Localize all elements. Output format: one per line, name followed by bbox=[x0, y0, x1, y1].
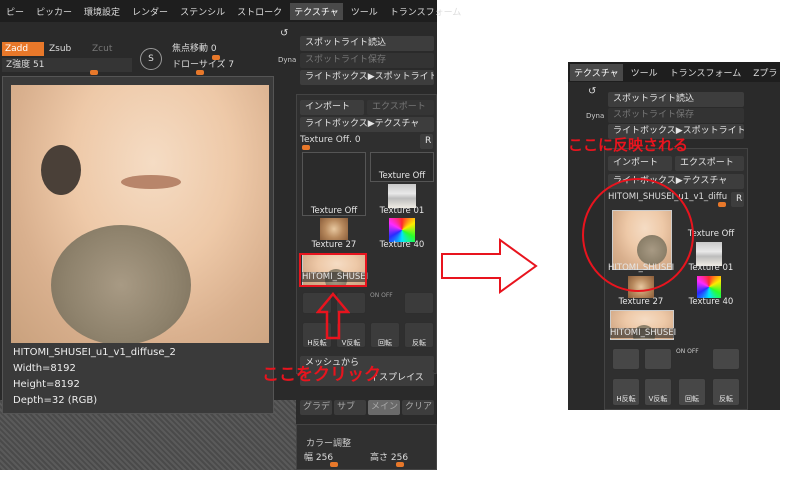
texture-thumb-label: Texture 01 bbox=[688, 263, 734, 273]
texture-sub-icon[interactable] bbox=[612, 348, 640, 370]
texture-extra-icon[interactable] bbox=[712, 348, 740, 370]
h-flip-label: H反転 bbox=[616, 395, 636, 403]
onoff-toggle[interactable]: ON OFF bbox=[676, 348, 706, 370]
tab-sub[interactable]: サブ bbox=[334, 400, 366, 415]
texture-off-slider[interactable]: Texture Off. 0 bbox=[300, 133, 416, 147]
import-button[interactable]: インポート bbox=[300, 100, 364, 115]
spotlight-save-button[interactable]: スポットライト保存 bbox=[300, 53, 434, 68]
r-button[interactable]: R bbox=[731, 192, 744, 207]
dynamic-label: Dyna bbox=[278, 56, 297, 64]
z-strength-slider[interactable]: Z強度 51 bbox=[2, 58, 132, 72]
color-adjust-label: カラー調整 bbox=[306, 439, 352, 449]
texture-thumb-40[interactable] bbox=[697, 276, 721, 298]
texture-thumb-label: Texture 40 bbox=[688, 297, 734, 307]
texture-tooltip: HITOMI_SHUSEI_u1_v1_diffuse_2 Width=8192… bbox=[2, 76, 274, 414]
onoff-toggle[interactable]: ON OFF bbox=[370, 292, 400, 314]
menu-item[interactable]: Zプラ bbox=[749, 64, 781, 81]
z-strength-knob[interactable] bbox=[90, 70, 98, 75]
export-button[interactable]: エクスポート bbox=[367, 100, 434, 115]
right-screenshot: テクスチャ ツール トランスフォーム Zプラ ↺ スポットライト読込 スポットラ… bbox=[568, 62, 780, 410]
highlight-circle bbox=[582, 178, 694, 292]
focal-shift-slider[interactable]: 焦点移動 0 bbox=[172, 42, 272, 56]
lightbox-spotlight-button[interactable]: ライトボックス▶スポットライト bbox=[300, 70, 434, 85]
v-flip-label: V反転 bbox=[648, 395, 668, 403]
menu-item[interactable]: ピッカー bbox=[32, 3, 76, 20]
invert-label: 反転 bbox=[719, 395, 733, 403]
tab-gradient[interactable]: グラデ bbox=[300, 400, 332, 415]
draw-size-knob[interactable] bbox=[196, 70, 204, 75]
texture-preview bbox=[11, 85, 269, 343]
menu-item-texture[interactable]: テクスチャ bbox=[290, 2, 343, 20]
spotlight-load-button[interactable]: スポットライト読込 bbox=[300, 36, 434, 51]
texture-off-knob[interactable] bbox=[302, 145, 310, 150]
menu-item[interactable]: ツール bbox=[347, 3, 382, 20]
highlight-box bbox=[299, 253, 367, 287]
export-button[interactable]: エクスポート bbox=[675, 156, 744, 171]
texture-thumb-label: Texture 40 bbox=[379, 240, 425, 250]
texture-thumb-label: Texture Off bbox=[378, 171, 426, 181]
texture-extra-icon[interactable] bbox=[404, 292, 434, 314]
right-arrow-icon bbox=[441, 238, 538, 294]
texture-name-knob[interactable] bbox=[718, 202, 726, 207]
reflected-here-annotation: ここに反映される bbox=[568, 136, 689, 154]
tooltip-height: Height=8192 bbox=[13, 379, 80, 390]
menu-item[interactable]: ピー bbox=[2, 3, 28, 20]
menu-item[interactable]: トランスフォーム bbox=[386, 3, 466, 20]
rotate-label: 回転 bbox=[685, 395, 699, 403]
zcut-button[interactable]: Zcut bbox=[92, 42, 132, 56]
tooltip-depth: Depth=32 (RGB) bbox=[13, 395, 98, 406]
undo-icon[interactable]: ↺ bbox=[588, 86, 596, 97]
dynamic-label: Dyna bbox=[586, 112, 605, 120]
up-arrow-icon bbox=[316, 292, 350, 340]
click-here-annotation: ここをクリック bbox=[262, 365, 381, 385]
undo-icon[interactable]: ↺ bbox=[280, 28, 288, 39]
texture-thumb-01[interactable] bbox=[388, 184, 416, 208]
draw-size-slider[interactable]: ドローサイズ 7 bbox=[172, 58, 272, 72]
texture-aa-icon[interactable] bbox=[644, 348, 672, 370]
menu-item-texture[interactable]: テクスチャ bbox=[570, 63, 623, 81]
menu-item[interactable]: ツール bbox=[627, 64, 662, 81]
menu-item[interactable]: レンダー bbox=[128, 3, 172, 20]
texture-thumb-label: Texture Off bbox=[310, 206, 358, 216]
rotate-label: 回転 bbox=[378, 339, 392, 347]
menu-item[interactable]: トランスフォーム bbox=[666, 64, 746, 81]
tooltip-name: HITOMI_SHUSEI_u1_v1_diffuse_2 bbox=[13, 347, 176, 358]
right-menu-bar: テクスチャ ツール トランスフォーム Zプラ bbox=[568, 62, 780, 82]
zadd-button[interactable]: Zadd bbox=[2, 42, 44, 56]
texture-thumb-label: Texture 01 bbox=[379, 206, 425, 216]
texture-thumb-label: Texture 27 bbox=[618, 297, 664, 307]
zsub-button[interactable]: Zsub bbox=[46, 42, 86, 56]
texture-thumb-label: HITOMI_SHUSEI bbox=[610, 328, 677, 338]
brush-lazy-icon[interactable]: S bbox=[140, 48, 162, 70]
lightbox-texture-button[interactable]: ライトボックス▶テクスチャ bbox=[300, 117, 434, 132]
left-screenshot: ピー ピッカー 環境設定 レンダー ステンシル ストローク テクスチャ ツール … bbox=[0, 0, 461, 470]
texture-thumb-40[interactable] bbox=[389, 218, 415, 242]
r-button[interactable]: R bbox=[420, 134, 433, 149]
invert-label: 反転 bbox=[412, 339, 426, 347]
import-button[interactable]: インポート bbox=[608, 156, 672, 171]
tab-main[interactable]: メイン bbox=[368, 400, 400, 415]
menu-item[interactable]: 環境設定 bbox=[80, 3, 124, 20]
height-knob[interactable] bbox=[396, 462, 404, 467]
spotlight-load-button[interactable]: スポットライト読込 bbox=[608, 92, 744, 107]
left-menu-bar: ピー ピッカー 環境設定 レンダー ステンシル ストローク テクスチャ ツール … bbox=[0, 0, 461, 22]
width-knob[interactable] bbox=[330, 462, 338, 467]
texture-thumb-27[interactable] bbox=[320, 218, 348, 240]
tab-clear[interactable]: クリア bbox=[402, 400, 434, 415]
tooltip-width: Width=8192 bbox=[13, 363, 76, 374]
menu-item[interactable]: ステンシル bbox=[176, 3, 229, 20]
spotlight-save-button[interactable]: スポットライト保存 bbox=[608, 108, 744, 123]
texture-tabs: グラデ サブ メイン クリア bbox=[300, 400, 434, 418]
menu-item[interactable]: ストローク bbox=[233, 3, 286, 20]
texture-thumb-label: Texture 27 bbox=[311, 240, 357, 250]
